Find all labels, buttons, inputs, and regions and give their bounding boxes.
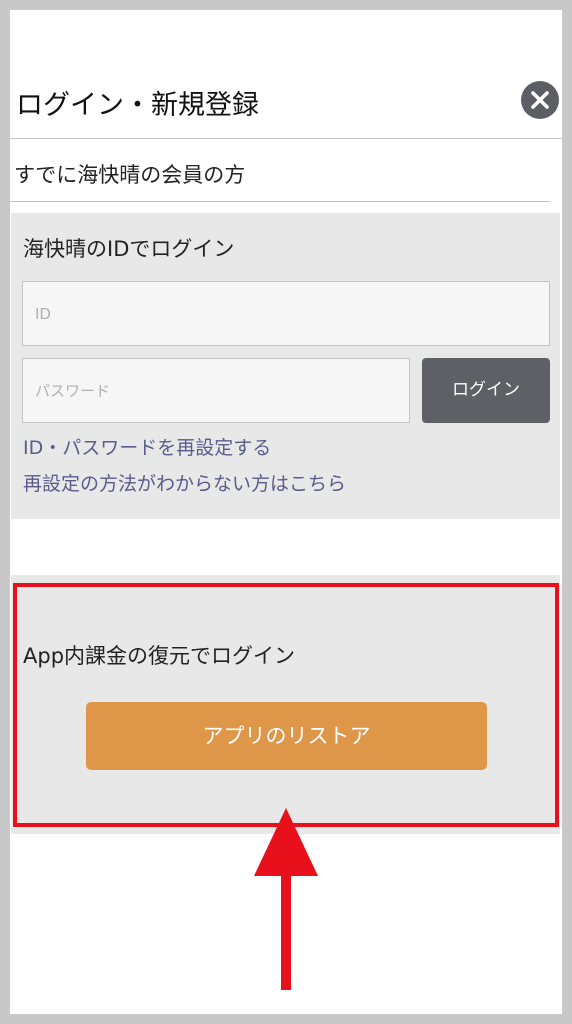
close-icon: [531, 91, 549, 109]
page-title: ログイン・新規登録: [16, 90, 259, 121]
restore-panel: App内課金の復元でログイン アプリのリストア: [11, 575, 560, 834]
reset-credentials-link[interactable]: ID・パスワードを再設定する: [23, 433, 271, 463]
login-heading: 海快晴のIDでログイン: [23, 237, 235, 261]
app-screen: ログイン・新規登録 すでに海快晴の会員の方 海快晴のIDでログイン ログイン I…: [10, 10, 562, 1014]
header: ログイン・新規登録: [10, 76, 562, 139]
member-section-heading: すでに海快晴の会員の方: [14, 163, 246, 187]
close-button[interactable]: [521, 81, 559, 119]
id-input[interactable]: [22, 281, 550, 346]
arrow-up-icon: [254, 808, 318, 990]
login-panel: 海快晴のIDでログイン ログイン ID・パスワードを再設定する 再設定の方法がわ…: [11, 213, 560, 519]
password-input[interactable]: [22, 358, 410, 423]
reset-help-link[interactable]: 再設定の方法がわからない方はこちら: [23, 469, 346, 499]
divider: [10, 201, 550, 202]
restore-purchases-button[interactable]: アプリのリストア: [86, 702, 487, 770]
restore-heading: App内課金の復元でログイン: [23, 644, 296, 668]
login-button[interactable]: ログイン: [422, 358, 550, 423]
